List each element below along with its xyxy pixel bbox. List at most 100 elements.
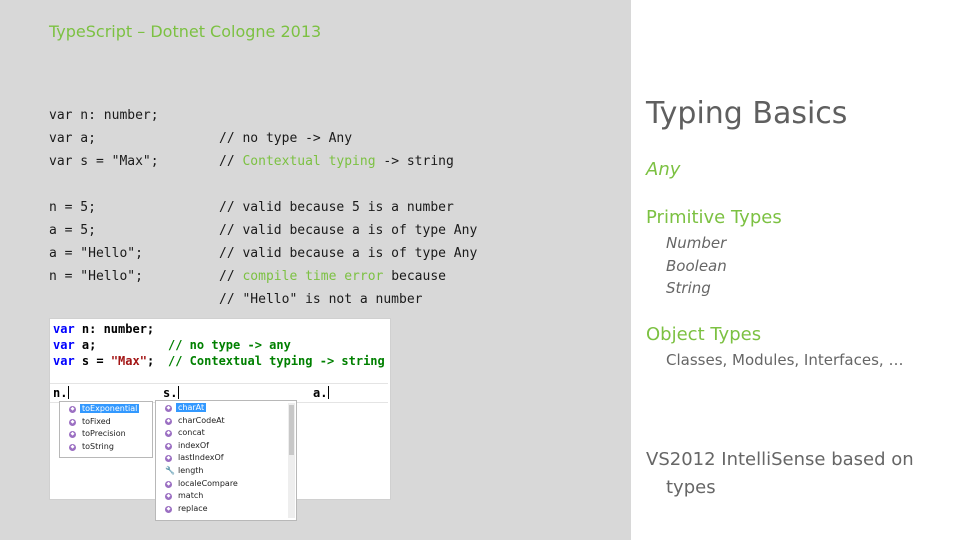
code-comment: // valid because a is of type Any	[219, 223, 478, 238]
completion-label: toString	[82, 441, 114, 451]
code-statement: var a;	[49, 131, 96, 146]
text-caret	[68, 386, 70, 399]
completion-item[interactable]: ◆ toFixed	[60, 416, 152, 429]
string-completion-list[interactable]: ◆ charAt ◆ charCodeAt ◆ concat ◆ indexOf ◆ la…	[155, 400, 297, 521]
comment-highlight: Contextual typing	[242, 154, 376, 169]
comment-tail: because	[383, 269, 446, 284]
bullet-primitive-types: Primitive Types	[646, 207, 782, 228]
edit-s[interactable]: s.	[163, 385, 180, 401]
vs-comment: // Contextual typing -> string	[168, 354, 385, 368]
edit-n-text: n.	[53, 386, 68, 400]
code-comment: // no type -> Any	[219, 131, 353, 146]
primitive-boolean: Boolean	[666, 257, 727, 275]
primitive-number: Number	[666, 234, 727, 252]
completion-item[interactable]: ◆ concat	[156, 427, 296, 440]
code-line: a = "Hello"; // valid because a is of ty…	[49, 242, 477, 265]
code-line: a = 5; // valid because a is of type Any	[49, 219, 477, 242]
code-statement: a = 5;	[49, 223, 96, 238]
completion-item[interactable]: ◆ replace	[156, 503, 296, 516]
bullet-object-types: Object Types	[646, 324, 762, 345]
keyword: var	[53, 338, 75, 352]
code-statement: a = "Hello";	[49, 246, 143, 261]
completion-item[interactable]: 🔧 length	[156, 465, 296, 478]
wrench-icon: 🔧	[165, 465, 175, 475]
code-line: var a; // no type -> Any	[49, 127, 352, 150]
code-line: var n: number;	[49, 104, 159, 127]
completion-item[interactable]: ◆ localeCompare	[156, 478, 296, 491]
vs-code-line: var n: number;	[53, 321, 154, 337]
primitive-string: String	[666, 279, 711, 297]
completion-item[interactable]: ◆ match	[156, 490, 296, 503]
method-icon: ◆	[165, 455, 172, 463]
completion-label: toFixed	[82, 416, 111, 426]
keyword: var	[53, 322, 75, 336]
method-icon: ◆	[69, 406, 76, 413]
code-line: // "Hello" is not a number	[49, 288, 423, 311]
completion-label: lastIndexOf	[178, 453, 224, 463]
vs-code-text: s =	[74, 354, 111, 368]
method-icon: ◆	[165, 442, 172, 450]
comment-prefix: //	[219, 269, 243, 284]
completion-label: toExponential	[80, 404, 140, 413]
vs-code-text: n: number;	[74, 322, 155, 336]
bullet-vs-intellisense: VS2012 IntelliSense based on types	[646, 446, 946, 502]
scrollbar-thumb[interactable]	[289, 405, 294, 455]
code-statement: n = "Hello";	[49, 269, 143, 284]
completion-item[interactable]: ◆ charAt	[156, 402, 296, 415]
code-statement: var s = "Max";	[49, 154, 159, 169]
slide-title: Typing Basics	[646, 96, 848, 131]
completion-label: toPrecision	[82, 429, 126, 439]
code-panel: TypeScript – Dotnet Cologne 2013 var n: …	[0, 0, 631, 540]
method-icon: ◆	[69, 443, 76, 451]
completion-label: length	[178, 465, 204, 475]
bullet-any: Any	[646, 159, 681, 180]
completion-item[interactable]: ◆ toString	[60, 441, 152, 454]
code-comment: // Contextual typing -> string	[219, 150, 454, 173]
vs-code-line: var a; // no type -> any	[53, 337, 291, 353]
vs-code-text: ;	[146, 354, 155, 368]
method-icon: ◆	[165, 480, 172, 488]
method-icon: ◆	[165, 493, 172, 501]
code-line: var s = "Max"; // Contextual typing -> s…	[49, 150, 454, 173]
code-line: n = 5; // valid because 5 is a number	[49, 196, 454, 219]
vs-code-line: var s = "Max"; // Contextual typing -> st…	[53, 353, 385, 369]
vs-string: "Max"	[110, 354, 147, 368]
code-comment: // valid because 5 is a number	[219, 200, 454, 215]
object-types-list: Classes, Modules, Interfaces, …	[666, 351, 904, 369]
method-icon: ◆	[165, 430, 172, 438]
vs-code-text: a;	[74, 338, 97, 352]
completion-label: replace	[178, 503, 208, 513]
keyword: var	[53, 354, 75, 368]
method-icon: ◆	[165, 505, 172, 513]
completion-label: localeCompare	[178, 478, 238, 488]
method-icon: ◆	[165, 417, 172, 425]
vs-intellisense-line2: types	[666, 477, 716, 498]
scrollbar[interactable]	[288, 403, 295, 518]
code-line: n = "Hello"; // compile time error becau…	[49, 265, 446, 288]
code-statement: var n: number;	[49, 108, 159, 123]
completion-item[interactable]: ◆ toExponential	[60, 403, 152, 416]
edit-a-text: a.	[313, 386, 328, 400]
method-icon: ◆	[69, 418, 76, 426]
comment-tail: -> string	[375, 154, 454, 169]
comment-prefix: //	[219, 154, 243, 169]
vs-comment: // no type -> any	[168, 338, 291, 352]
edit-n[interactable]: n.	[53, 385, 70, 401]
slide-header: TypeScript – Dotnet Cologne 2013	[49, 22, 322, 41]
completion-item[interactable]: ◆ indexOf	[156, 440, 296, 453]
number-completion-list[interactable]: ◆ toExponential ◆ toFixed ◆ toPrecision ◆ to…	[59, 401, 153, 458]
code-block: var n: number; var a; // no type -> Any …	[49, 104, 477, 311]
completion-label: concat	[178, 428, 205, 438]
completion-item[interactable]: ◆ toPrecision	[60, 428, 152, 441]
vs-intellisense-line1: VS2012 IntelliSense based on	[646, 449, 914, 470]
code-comment: // "Hello" is not a number	[219, 292, 423, 307]
edit-s-text: s.	[163, 386, 178, 400]
method-icon: ◆	[165, 405, 172, 412]
code-comment: // compile time error because	[219, 265, 446, 288]
edit-a[interactable]: a.	[313, 385, 330, 401]
completion-item[interactable]: ◆ charCodeAt	[156, 415, 296, 428]
completion-item[interactable]: ◆ lastIndexOf	[156, 452, 296, 465]
completion-label: indexOf	[178, 440, 209, 450]
completion-label: charAt	[176, 403, 207, 412]
completion-label: match	[178, 491, 204, 501]
